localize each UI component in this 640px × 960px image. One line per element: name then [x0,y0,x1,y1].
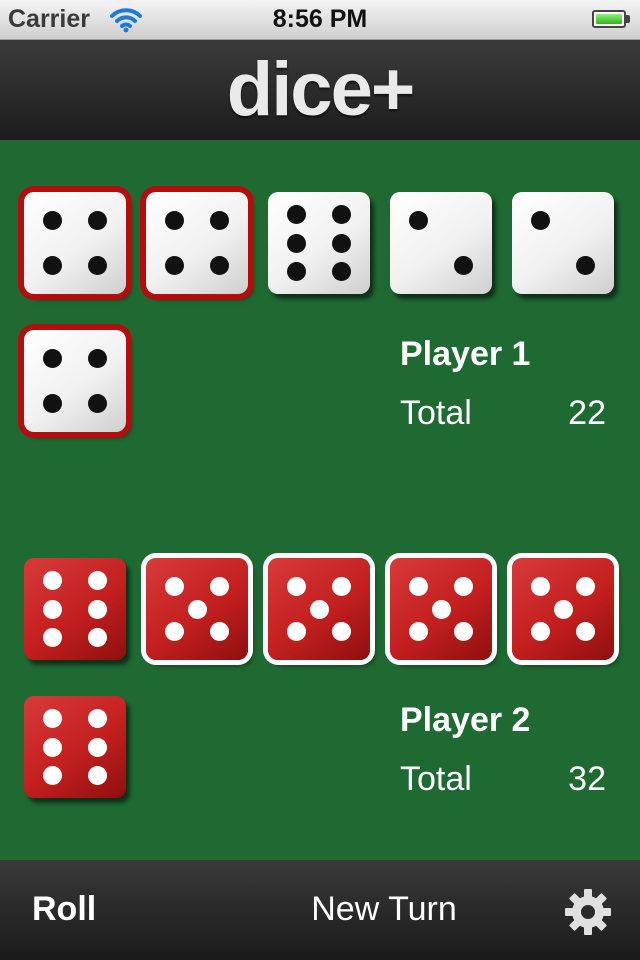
die-pip [165,211,185,231]
die-pip [209,255,229,275]
die-pip [409,621,429,641]
die-pip [87,255,107,275]
die-pip [553,599,573,619]
die-pip [43,628,63,648]
die-pip [87,349,107,369]
player2-total-value: 32 [568,760,606,798]
player1-die-1[interactable] [24,192,126,294]
battery-tip [626,15,630,23]
die-pip [87,393,107,413]
die-pip [87,211,107,231]
bottom-toolbar: Roll New Turn [0,860,640,960]
player1-die-2[interactable] [146,192,248,294]
die-pip [165,255,185,275]
die-pip [209,211,229,231]
die-pip [453,621,473,641]
die-pip [575,577,595,597]
die-pip [43,570,63,590]
die-pip [87,599,107,619]
app-logo: dice+ [226,47,415,132]
die-pip [453,577,473,597]
die-pip [409,577,429,597]
die-pip [43,349,63,369]
player1-die-4[interactable] [390,192,492,294]
die-pip [43,211,63,231]
status-bar: Carrier 8:56 PM [0,0,640,40]
die-pip [209,621,229,641]
die-pip [431,599,451,619]
die-pip [453,255,473,275]
die-pip [287,621,307,641]
player1-die-6[interactable] [24,330,126,432]
die-pip [331,204,351,224]
player1-total-label: Total [400,394,472,432]
die-pip [87,628,107,648]
die-pip [287,233,307,253]
player2-total-label: Total [400,760,472,798]
battery-icon [592,10,626,28]
new-turn-button[interactable]: New Turn [0,890,640,929]
die-pip [87,708,107,728]
die-pip [43,255,63,275]
player1-die-3[interactable] [268,192,370,294]
die-pip [531,211,551,231]
die-pip [409,211,429,231]
die-pip [287,262,307,282]
die-pip [331,577,351,597]
player2-die-6[interactable] [24,696,126,798]
player1-die-5[interactable] [512,192,614,294]
gear-icon[interactable] [563,887,613,937]
die-pip [331,262,351,282]
dice-table: Player 1 Total 22 Player 2 Total 32 [0,140,640,860]
die-pip [87,570,107,590]
die-pip [575,621,595,641]
player2-die-5[interactable] [512,558,614,660]
die-pip [331,233,351,253]
die-pip [43,599,63,619]
die-pip [287,577,307,597]
player2-die-2[interactable] [146,558,248,660]
die-pip [287,204,307,224]
clock: 8:56 PM [272,5,368,33]
die-pip [209,577,229,597]
die-pip [187,599,207,619]
die-pip [531,577,551,597]
die-pip [43,766,63,786]
die-pip [575,255,595,275]
die-pip [43,393,63,413]
app-header: dice+ [0,40,640,140]
player2-die-4[interactable] [390,558,492,660]
die-pip [165,621,185,641]
die-pip [43,708,63,728]
die-pip [87,737,107,757]
die-pip [87,766,107,786]
die-pip [331,621,351,641]
die-pip [309,599,329,619]
die-pip [165,577,185,597]
die-pip [43,737,63,757]
player2-die-1[interactable] [24,558,126,660]
player2-die-3[interactable] [268,558,370,660]
player1-total-value: 22 [568,394,606,432]
player1-name: Player 1 [400,335,531,373]
player2-name: Player 2 [400,701,531,739]
die-pip [531,621,551,641]
